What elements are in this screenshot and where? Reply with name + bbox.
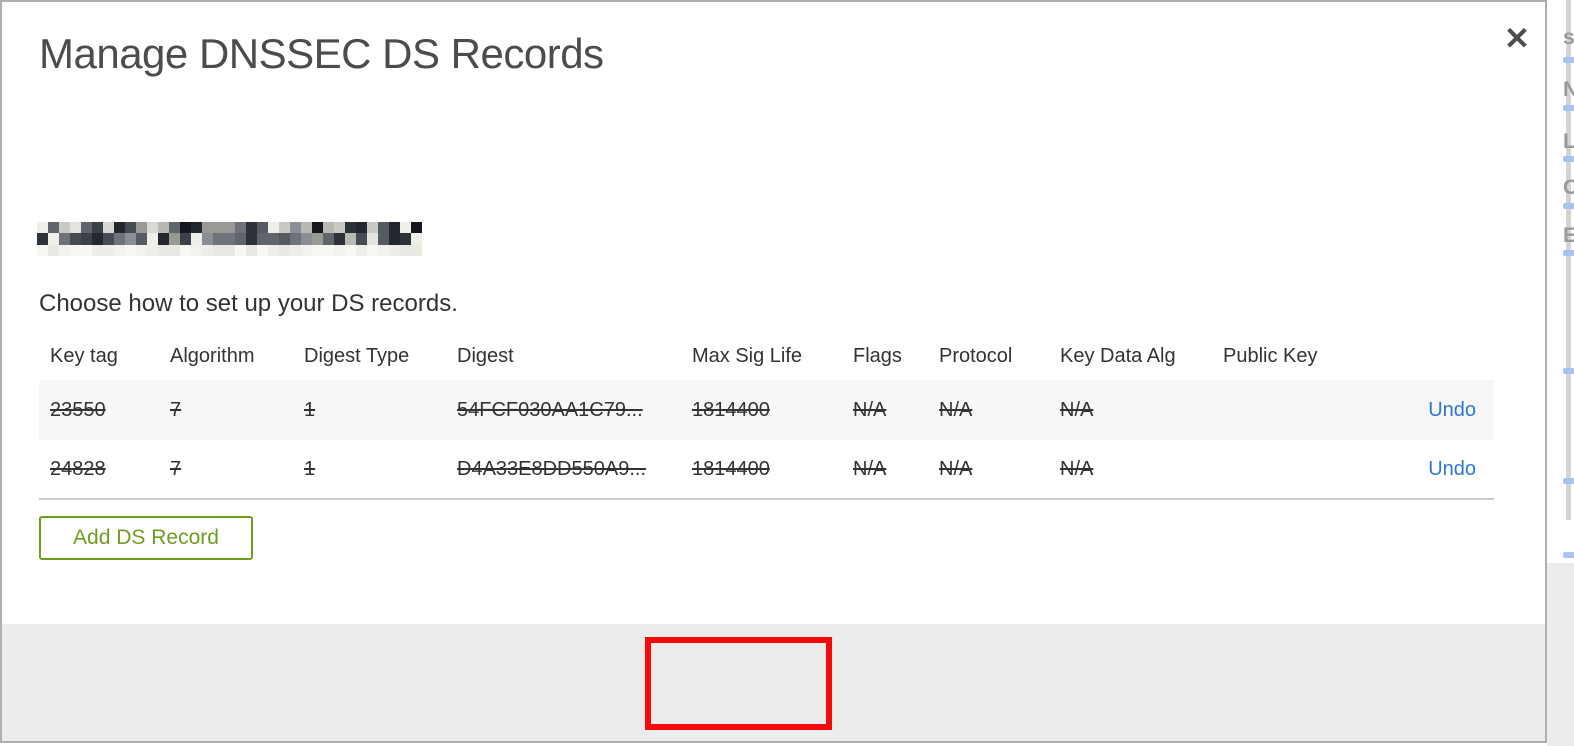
table-header-cell: Algorithm — [170, 344, 255, 367]
table-header-cell: Digest Type — [304, 344, 410, 367]
background-link-fragment — [1563, 552, 1574, 558]
table-header-row: Key tag Algorithm Digest Type Digest Max Sig… — [39, 332, 1494, 380]
screenshot-stage: Manage DNSSEC DS Records ✕ Choose how to… — [0, 0, 1574, 746]
table-cell-action: Undo — [1363, 458, 1494, 481]
background-text-fragment: s — [1563, 26, 1574, 49]
table-body: 23550 7 1 54FCF030AA1C79... 1814400 N/A N/A N/A… — [39, 380, 1494, 500]
table-cell-protocol: N/A — [939, 457, 973, 480]
table-cell-key-tag: 24828 — [50, 457, 106, 480]
table-cell-action: Undo — [1363, 399, 1494, 422]
background-link-fragment — [1563, 250, 1574, 256]
table-cell-digest: 54FCF030AA1C79... — [457, 398, 643, 421]
table-row: 24828 7 1 D4A33E8DD550A9... 1814400 N/A N/A N/A… — [39, 440, 1494, 500]
table-cell-algorithm: 7 — [170, 398, 182, 421]
table-cell-key-data-alg: N/A — [1060, 398, 1094, 421]
manage-dnssec-modal: Manage DNSSEC DS Records ✕ Choose how to… — [0, 0, 1547, 743]
table-row: 23550 7 1 54FCF030AA1C79... 1814400 N/A N/A N/A… — [39, 380, 1494, 440]
table-header-cell: Protocol — [939, 344, 1013, 367]
table-cell-digest-type: 1 — [304, 398, 316, 421]
modal-footer: Save Cancel — [2, 624, 1545, 741]
background-link-fragment — [1563, 105, 1574, 111]
background-text-fragment: E — [1563, 224, 1574, 247]
table-cell-protocol: N/A — [939, 398, 973, 421]
background-link-fragment — [1563, 478, 1574, 484]
close-icon[interactable]: ✕ — [1500, 22, 1534, 56]
table-cell-digest: D4A33E8DD550A9... — [457, 457, 647, 480]
redacted-domain-name — [37, 222, 423, 256]
table-header-cell: Key tag — [50, 344, 118, 367]
table-cell-flags: N/A — [853, 398, 887, 421]
background-text-fragment: L — [1563, 130, 1574, 153]
table-cell-algorithm: 7 — [170, 457, 182, 480]
table-cell-flags: N/A — [853, 457, 887, 480]
modal-subtitle: Choose how to set up your DS records. — [39, 290, 458, 317]
background-link-fragment — [1563, 368, 1574, 374]
background-text-fragment: C — [1563, 176, 1574, 199]
table-cell-max-sig-life: 1814400 — [692, 457, 770, 480]
modal-title: Manage DNSSEC DS Records — [39, 30, 604, 77]
background-link-fragment — [1563, 203, 1574, 209]
background-page-strip: s N LC E — [1547, 0, 1574, 746]
table-header-cell: Flags — [853, 344, 902, 367]
table-cell-key-tag: 23550 — [50, 398, 106, 421]
table-header-cell: Max Sig Life — [692, 344, 803, 367]
table-header-cell: Key Data Alg — [1060, 344, 1176, 367]
table-cell-key-data-alg: N/A — [1060, 457, 1094, 480]
table-header-cell: Digest — [457, 344, 514, 367]
background-link-fragment — [1563, 57, 1574, 63]
table-header-cell: Public Key — [1223, 344, 1318, 367]
background-link-fragment — [1563, 156, 1574, 162]
background-strip-footer — [1547, 563, 1574, 746]
add-ds-record-button[interactable]: Add DS Record — [39, 516, 253, 560]
ds-records-table: Key tag Algorithm Digest Type Digest Max Sig… — [39, 332, 1494, 500]
table-cell-digest-type: 1 — [304, 457, 316, 480]
undo-link[interactable]: Undo — [1428, 399, 1476, 421]
background-text-fragment: N — [1563, 78, 1574, 101]
table-cell-max-sig-life: 1814400 — [692, 398, 770, 421]
undo-link[interactable]: Undo — [1428, 458, 1476, 480]
